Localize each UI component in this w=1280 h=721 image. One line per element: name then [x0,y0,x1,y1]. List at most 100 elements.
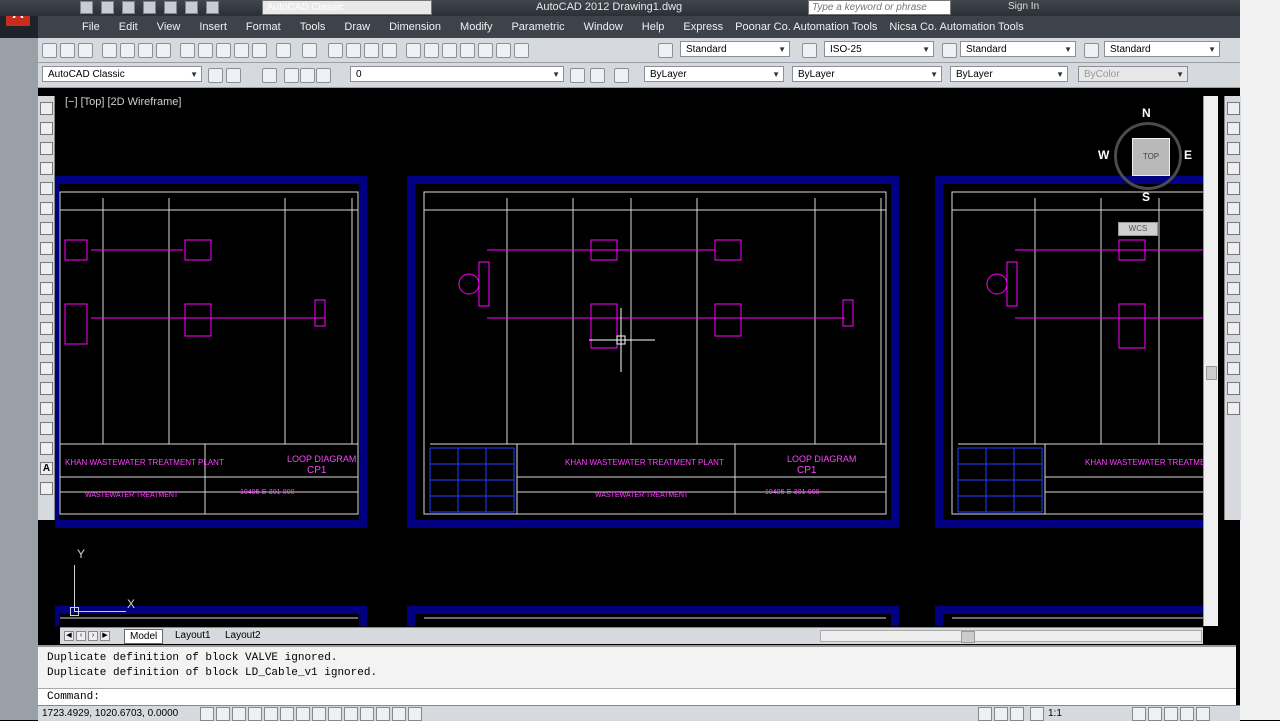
workspace-select[interactable]: AutoCAD Classic [42,66,202,83]
menu-draw[interactable]: Draw [344,21,370,33]
insert-block-icon[interactable] [40,322,53,335]
explode-icon[interactable] [1227,402,1240,415]
horizontal-scrollbar[interactable] [820,630,1202,643]
clean-screen-icon[interactable] [1196,707,1210,721]
workspace-settings-icon[interactable] [208,68,223,83]
stretch-icon[interactable] [1227,262,1240,275]
table-style-select[interactable]: Standard [960,41,1076,58]
selection-cycling-icon[interactable] [408,707,422,721]
join-icon[interactable] [1227,342,1240,355]
tab-model[interactable]: Model [124,629,164,644]
ortho-mode-icon[interactable] [248,707,262,721]
object-snap-tracking-icon[interactable] [312,707,326,721]
dim-style-select[interactable]: ISO-25 [824,41,934,58]
text-style-icon[interactable] [658,43,673,58]
zoom-previous-icon[interactable] [382,43,397,58]
new-icon[interactable] [80,1,93,14]
save-icon[interactable] [122,1,135,14]
menu-help[interactable]: Help [642,21,665,33]
zoom-realtime-icon[interactable] [346,43,361,58]
polygon-icon[interactable] [40,162,53,175]
markup-icon[interactable] [478,43,493,58]
quick-view-layouts-icon[interactable] [994,707,1008,721]
gradient-icon[interactable] [40,402,53,415]
arc-icon[interactable] [40,202,53,215]
line-icon[interactable] [40,102,53,115]
annotation-scale[interactable]: 1:1 [1048,708,1062,719]
viewcube-top-face[interactable]: TOP [1132,138,1170,176]
dynamic-ucs-icon[interactable] [328,707,342,721]
quick-properties-icon[interactable] [392,707,406,721]
menu-poonar-tools[interactable]: Poonar Co. Automation Tools [735,21,877,33]
match-properties-icon[interactable] [234,43,249,58]
menu-modify[interactable]: Modify [460,21,492,33]
hardware-acceleration-icon[interactable] [1164,707,1178,721]
lineweight-select[interactable]: ByLayer [950,66,1068,83]
rectangle-icon[interactable] [40,182,53,195]
zoom-window-icon[interactable] [364,43,379,58]
menu-parametric[interactable]: Parametric [511,21,564,33]
layer-properties-icon[interactable] [262,68,277,83]
wcs-menu[interactable]: WCS [1118,222,1158,236]
lineweight-icon[interactable] [360,707,374,721]
move-icon[interactable] [1227,202,1240,215]
next-tab-icon[interactable]: › [88,631,98,641]
point-icon[interactable] [40,362,53,375]
menu-nicsa-tools[interactable]: Nicsa Co. Automation Tools [889,21,1023,33]
cut-icon[interactable] [180,43,195,58]
workspace-switching-icon[interactable] [1132,707,1146,721]
redo-icon[interactable] [206,1,219,14]
color-select[interactable]: ByLayer [644,66,784,83]
compass-north[interactable]: N [1142,106,1151,120]
array-icon[interactable] [1227,182,1240,195]
save-as-icon[interactable] [143,1,156,14]
tab-layout2[interactable]: Layout2 [220,629,266,642]
add-selected-icon[interactable] [40,482,53,495]
save-icon[interactable] [78,43,93,58]
trim-icon[interactable] [1227,282,1240,295]
mleader-style-select[interactable]: Standard [1104,41,1220,58]
vertical-scroll-thumb[interactable] [1206,366,1217,380]
compass-east[interactable]: E [1184,148,1192,162]
plotstyle-select[interactable]: ByColor [1078,66,1188,83]
menu-format[interactable]: Format [246,21,281,33]
layer-select[interactable]: 0 [350,66,564,83]
keyword-search-input[interactable]: Type a keyword or phrase [808,0,951,15]
ellipse-icon[interactable] [40,282,53,295]
horizontal-scroll-thumb[interactable] [961,631,975,643]
copy-object-icon[interactable] [1227,122,1240,135]
rotate-icon[interactable] [1227,222,1240,235]
region-icon[interactable] [40,422,53,435]
object-snap-icon[interactable] [280,707,294,721]
workspace-switcher[interactable]: AutoCAD Classic [262,0,432,15]
3d-dwf-icon[interactable] [156,43,171,58]
drawing-area[interactable]: [−] [Top] [2D Wireframe] LOOP DIAGRAM CP… [55,92,1203,626]
design-center-icon[interactable] [424,43,439,58]
3d-osnap-icon[interactable] [296,707,310,721]
extend-icon[interactable] [1227,302,1240,315]
fillet-icon[interactable] [1227,382,1240,395]
first-tab-icon[interactable]: ◀ [64,631,74,641]
isolate-objects-icon[interactable] [1180,707,1194,721]
customize-icon[interactable] [226,68,241,83]
plot-icon[interactable] [164,1,177,14]
last-tab-icon[interactable]: ▶ [100,631,110,641]
construction-line-icon[interactable] [40,122,53,135]
menu-window[interactable]: Window [584,21,623,33]
quickcalc-icon[interactable] [496,43,511,58]
grid-display-icon[interactable] [232,707,246,721]
sun-freeze-icon[interactable] [300,68,315,83]
mleader-style-icon[interactable] [1084,43,1099,58]
quick-view-drawings-icon[interactable] [1010,707,1024,721]
lightbulb-icon[interactable] [284,68,299,83]
command-input[interactable]: Command: [38,688,1236,706]
open-icon[interactable] [60,43,75,58]
undo-icon[interactable] [276,43,291,58]
pan-icon[interactable] [328,43,343,58]
menu-edit[interactable]: Edit [119,21,138,33]
transparency-icon[interactable] [376,707,390,721]
plot-preview-icon[interactable] [120,43,135,58]
table-icon[interactable] [40,442,53,455]
mirror-icon[interactable] [1227,142,1240,155]
table-style-icon[interactable] [942,43,957,58]
